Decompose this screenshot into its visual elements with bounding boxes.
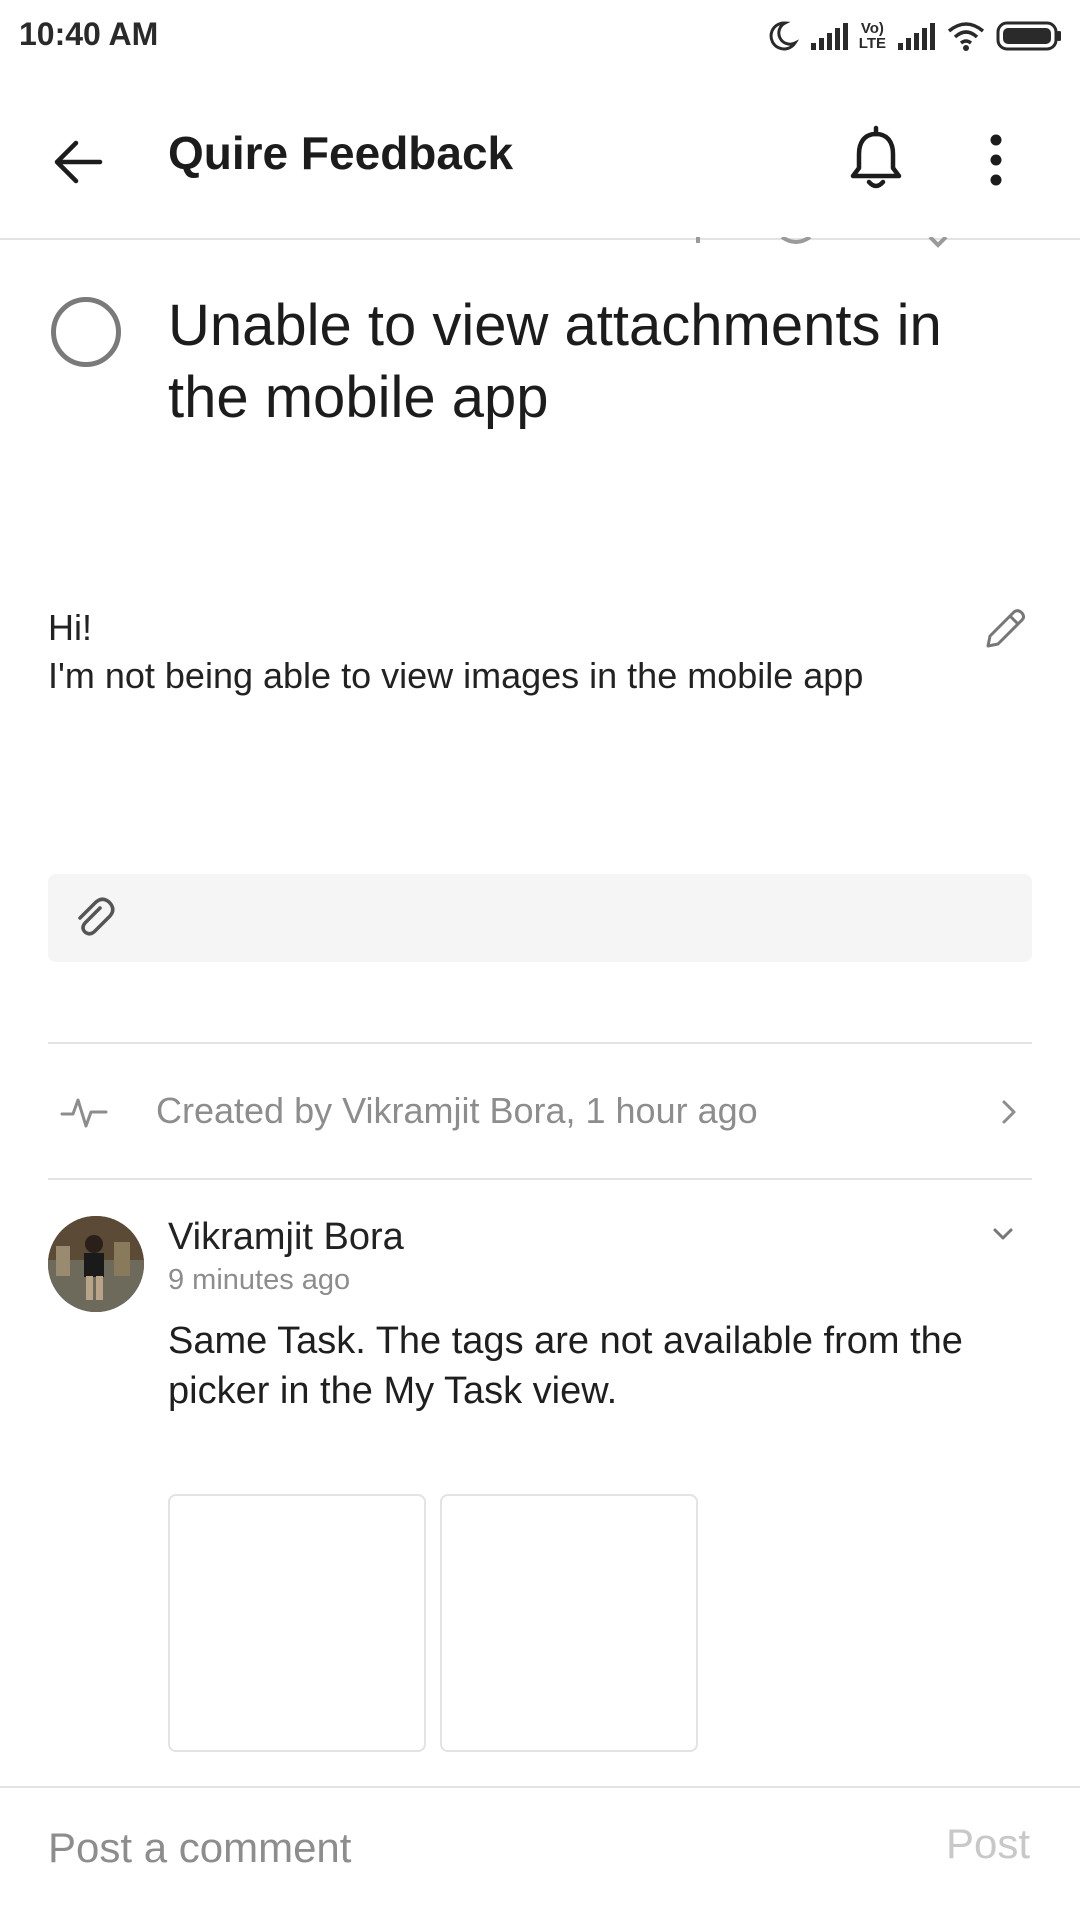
activity-text: Created by Vikramjit Bora, 1 hour ago (156, 1090, 758, 1131)
signal-icon (898, 23, 935, 50)
app-bar: Quire Feedback (0, 72, 1080, 240)
back-button[interactable] (48, 130, 112, 194)
status-icons: Vo) LTE (765, 16, 1062, 56)
task-title[interactable]: Unable to view attachments in the mobile… (168, 290, 1028, 434)
arrow-left-icon (54, 140, 103, 184)
comment-composer: Post (0, 1786, 1080, 1922)
status-time: 10:40 AM (19, 16, 159, 52)
edit-description-button[interactable] (980, 604, 1030, 654)
volte-top-label: Vo) (860, 20, 884, 37)
signal-icon (810, 23, 848, 50)
comment-attachment-thumbnail[interactable] (440, 1494, 698, 1752)
attach-button[interactable] (70, 894, 118, 942)
battery-icon (996, 21, 1061, 51)
comment-options-button[interactable] (988, 1222, 1018, 1246)
comment-time: 9 minutes ago (168, 1264, 351, 1296)
more-options-button[interactable] (968, 124, 1024, 196)
comment-text: Same Task. The tags are not available fr… (168, 1320, 963, 1412)
pencil-icon (986, 609, 1025, 648)
clipped-header-icons (600, 236, 1000, 248)
paperclip-icon (78, 897, 115, 936)
post-button[interactable]: Post (946, 1820, 1030, 1868)
notification-button[interactable] (842, 124, 910, 196)
comment-input[interactable] (48, 1818, 848, 1878)
more-vertical-icon (990, 134, 1002, 186)
comment-author: Vikramjit Bora (168, 1216, 404, 1258)
wifi-icon (947, 22, 985, 51)
chevron-down-icon (993, 1228, 1013, 1240)
add-attachment-bar[interactable] (48, 874, 1032, 962)
bell-icon (850, 125, 902, 189)
task-description[interactable]: Hi! I'm not being able to view images in… (48, 604, 928, 700)
moon-icon (769, 21, 799, 51)
divider (48, 1042, 1032, 1044)
app-title: Quire Feedback (168, 127, 514, 179)
divider (48, 1178, 1032, 1180)
activity-row[interactable]: Created by Vikramjit Bora, 1 hour ago (48, 1046, 1032, 1178)
activity-icon (60, 1092, 108, 1132)
task-complete-checkbox[interactable] (51, 297, 121, 367)
chevron-right-icon (998, 1094, 1022, 1130)
volte-icon: Vo) LTE (859, 21, 886, 51)
comment-attachment-thumbnail[interactable] (168, 1494, 426, 1752)
status-bar: 10:40 AM Vo) LTE (0, 0, 1080, 72)
volte-bottom-label: LTE (858, 35, 886, 52)
avatar[interactable] (48, 1216, 144, 1312)
